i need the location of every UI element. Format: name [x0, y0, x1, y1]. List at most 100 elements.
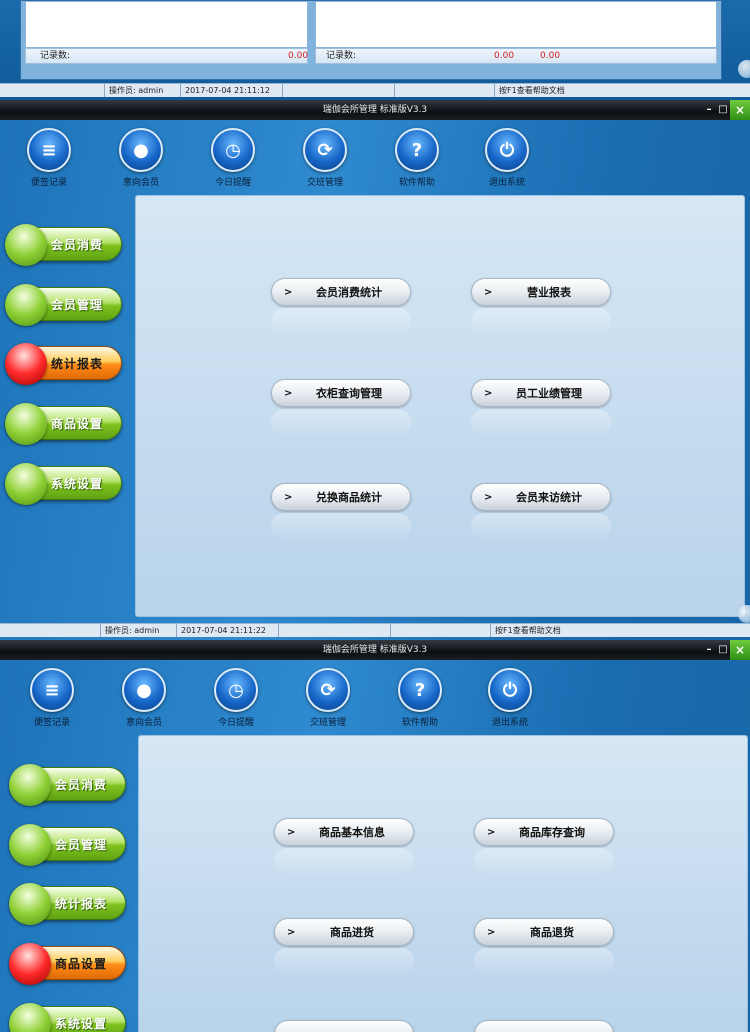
sidebar-item-reports[interactable]: 统计报表	[9, 883, 126, 925]
chevron-right-icon: >	[284, 287, 293, 298]
maximize-icon[interactable]: □	[716, 100, 730, 120]
toolbar-notes-button[interactable]: ≡ 便签记录	[17, 668, 87, 728]
toolbar-reminder-button[interactable]: ◷ 今日提醒	[201, 668, 271, 728]
sidebar-item-system-settings[interactable]: 系统设置	[9, 1003, 126, 1032]
clock-icon: ◷	[214, 668, 258, 712]
prev-right-list[interactable]	[315, 1, 717, 48]
menu-partial-button[interactable]	[274, 1020, 414, 1032]
close-icon[interactable]: ×	[730, 100, 750, 120]
toolbar: ≡ 便签记录 ● 意向会员 ◷ 今日提醒 ⟳ 交班管理 ? 软件帮助 ⏻ 退出系…	[0, 122, 750, 192]
close-icon[interactable]: ×	[730, 640, 750, 660]
menu-product-basic-info[interactable]: > 商品基本信息	[274, 818, 414, 846]
power-icon: ⏻	[485, 128, 529, 172]
menu-member-visit-stats[interactable]: > 会员来访统计	[471, 483, 611, 511]
sidebar-item-system-settings[interactable]: 系统设置	[5, 463, 122, 505]
menu-product-return[interactable]: > 商品退货	[474, 918, 614, 946]
toolbar-prospect-button[interactable]: ● 意向会员	[109, 668, 179, 728]
prev-left-list[interactable]	[25, 1, 308, 48]
status-cell-empty	[0, 624, 96, 637]
toolbar-label: 退出系统	[488, 178, 525, 188]
reflection	[471, 409, 611, 435]
sidebar-item-label: 会员管理	[55, 838, 108, 852]
green-ball-icon	[5, 463, 47, 505]
reflection	[471, 308, 611, 334]
previous-window: 记录数: 0.00 记录数: 0.00 0.00 操作员: admin 2017…	[0, 0, 750, 100]
toolbar-exit-button[interactable]: ⏻ 退出系统	[475, 668, 545, 728]
green-ball-icon	[9, 764, 51, 806]
menu-member-consumption-stats[interactable]: > 会员消费统计	[271, 278, 411, 306]
chevron-right-icon: >	[284, 492, 293, 503]
menu-label: 会员消费统计	[316, 286, 382, 299]
chevron-right-icon: >	[484, 287, 493, 298]
toolbar-label: 今日提醒	[214, 178, 251, 188]
sidebar-item-label: 统计报表	[55, 897, 108, 911]
toolbar-label: 便签记录	[33, 718, 70, 728]
sidebar-item-label: 会员管理	[51, 298, 104, 312]
menu-locker-query[interactable]: > 衣柜查询管理	[271, 379, 411, 407]
reflection	[271, 308, 411, 334]
green-ball-icon	[5, 224, 47, 266]
menu-business-report[interactable]: > 营业报表	[471, 278, 611, 306]
window-title: 瑞伽会所管理 标准版V3.3	[322, 105, 428, 115]
sidebar-item-product-settings[interactable]: 商品设置	[5, 403, 122, 445]
help-icon: ?	[398, 668, 442, 712]
toolbar-shift-button[interactable]: ⟳ 交班管理	[290, 128, 360, 188]
status-datetime: 2017-07-04 21:11:22	[176, 624, 276, 637]
title-bar: 瑞伽会所管理 标准版V3.3 – □ ×	[0, 640, 750, 660]
status-bar: 操作员: admin 2017-07-04 21:11:12 按F1查看帮助文档	[0, 83, 750, 97]
menu-label: 商品基本信息	[319, 826, 385, 839]
window-controls: – □ ×	[702, 640, 750, 660]
green-ball-icon	[9, 883, 51, 925]
toolbar-prospect-button[interactable]: ● 意向会员	[106, 128, 176, 188]
sidebar-item-reports[interactable]: 统计报表	[5, 343, 122, 385]
red-ball-icon	[5, 343, 47, 385]
menu-partial-button[interactable]	[474, 1020, 614, 1032]
status-cell-empty	[282, 84, 392, 97]
toolbar-label: 软件帮助	[398, 178, 435, 188]
window-controls: – □ ×	[702, 100, 750, 120]
menu-product-purchase[interactable]: > 商品进货	[274, 918, 414, 946]
toolbar-reminder-button[interactable]: ◷ 今日提醒	[198, 128, 268, 188]
menu-label: 营业报表	[527, 286, 571, 299]
toolbar-shift-button[interactable]: ⟳ 交班管理	[293, 668, 363, 728]
sidebar-item-label: 商品设置	[55, 957, 108, 971]
menu-exchange-product-stats[interactable]: > 兑换商品统计	[271, 483, 411, 511]
maximize-icon[interactable]: □	[716, 640, 730, 660]
sidebar-item-product-settings[interactable]: 商品设置	[9, 943, 126, 985]
chevron-right-icon: >	[287, 927, 296, 938]
member-icon: ●	[119, 128, 163, 172]
toolbar-help-button[interactable]: ? 软件帮助	[385, 668, 455, 728]
menu-stock-query[interactable]: > 商品库存查询	[474, 818, 614, 846]
minimize-icon[interactable]: –	[702, 640, 716, 660]
prev-records-frame: 记录数: 0.00 记录数: 0.00 0.00	[20, 0, 722, 80]
toolbar-help-button[interactable]: ? 软件帮助	[382, 128, 452, 188]
toolbar-label: 交班管理	[309, 718, 346, 728]
toolbar-exit-button[interactable]: ⏻ 退出系统	[472, 128, 542, 188]
right-amount-1: 0.00	[494, 51, 515, 61]
sidebar-item-member-consumption[interactable]: 会员消费	[5, 224, 122, 266]
content-panel: > 商品基本信息 > 商品库存查询 > 商品进货 > 商品退货	[138, 735, 748, 1032]
reflection	[271, 513, 411, 539]
sidebar-item-member-management[interactable]: 会员管理	[9, 824, 126, 866]
content-panel: > 会员消费统计 > 营业报表 > 衣柜查询管理 > 员工业绩管理 > 兑换商品…	[135, 195, 745, 617]
status-bar: 操作员: admin 2017-07-04 21:11:22 按F1查看帮助文档	[0, 623, 750, 637]
chevron-right-icon: >	[487, 827, 496, 838]
menu-staff-performance[interactable]: > 员工业绩管理	[471, 379, 611, 407]
menu-label: 商品进货	[330, 926, 374, 939]
sidebar-item-member-management[interactable]: 会员管理	[5, 284, 122, 326]
app-window-products: 瑞伽会所管理 标准版V3.3 – □ × ≡ 便签记录 ● 意向会员 ◷ 今日提…	[0, 640, 750, 1032]
chevron-right-icon: >	[284, 388, 293, 399]
toolbar-label: 软件帮助	[401, 718, 438, 728]
sidebar-item-label: 系统设置	[51, 477, 104, 491]
status-datetime: 2017-07-04 21:11:12	[180, 84, 280, 97]
toolbar: ≡ 便签记录 ● 意向会员 ◷ 今日提醒 ⟳ 交班管理 ? 软件帮助 ⏻ 退出系…	[0, 662, 750, 732]
sidebar-item-member-consumption[interactable]: 会员消费	[9, 764, 126, 806]
toolbar-label: 意向会员	[122, 178, 159, 188]
chevron-right-icon: >	[484, 388, 493, 399]
member-icon: ●	[122, 668, 166, 712]
minimize-icon[interactable]: –	[702, 100, 716, 120]
toolbar-notes-button[interactable]: ≡ 便签记录	[14, 128, 84, 188]
note-icon: ≡	[27, 128, 71, 172]
status-help: 按F1查看帮助文档	[494, 84, 750, 97]
sidebar-item-label: 商品设置	[51, 417, 104, 431]
